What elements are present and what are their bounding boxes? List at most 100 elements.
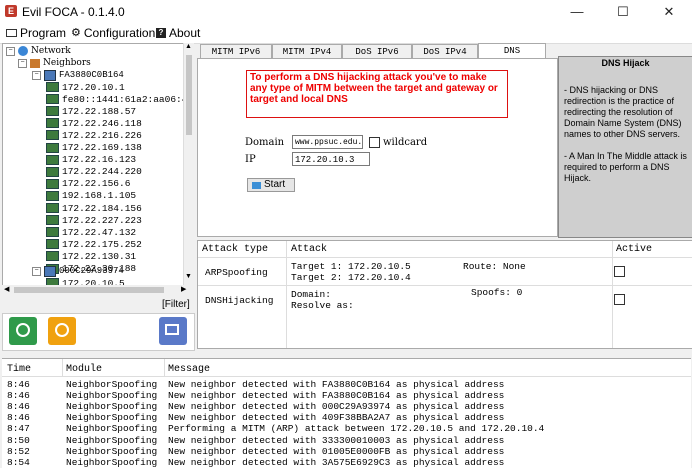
tree-ip-node[interactable]: 172.20.10.1 (46, 81, 125, 93)
log-module: NeighborSpoofing (66, 434, 158, 446)
tab-mitm-ipv6[interactable]: MITM IPv6 (200, 44, 272, 59)
menu-program[interactable]: Program (6, 26, 66, 40)
tree-ip-label: 172.22.156.6 (62, 178, 131, 190)
tree-host-node[interactable]: − FA3880C0B164 (32, 69, 124, 81)
header-underline (2, 376, 691, 377)
tree-host-node[interactable]: − 000C29A93974 (32, 265, 124, 277)
dns-hijacking-panel: To perform a DNS hijacking attack you've… (197, 58, 558, 237)
tab-dos-ipv4[interactable]: DoS IPv4 (412, 44, 478, 59)
log-row[interactable]: 8:54 NeighborSpoofing New neighbor detecte… (2, 457, 691, 468)
log-row[interactable]: 8:50 NeighborSpoofing New neighbor detecte… (2, 435, 691, 446)
tree-ip-label: 192.168.1.105 (62, 190, 137, 202)
close-button[interactable]: ✕ (646, 0, 692, 24)
collapse-icon[interactable]: − (18, 58, 27, 68)
log-row[interactable]: 8:46 NeighborSpoofing New neighbor detecte… (2, 379, 691, 390)
log-row[interactable]: 8:52 NeighborSpoofing New neighbor detecte… (2, 446, 691, 457)
scroll-up-icon[interactable]: ▲ (185, 43, 192, 50)
tree-ip-node[interactable]: 172.22.244.220 (46, 166, 142, 178)
ip-address-icon (46, 239, 59, 250)
tree-ip-node[interactable]: 172.22.175.252 (46, 238, 142, 250)
left-toolbar (2, 313, 195, 351)
computer-icon (44, 265, 56, 277)
tree-ip-node[interactable]: 172.22.47.132 (46, 226, 136, 238)
tree-scroll-thumb[interactable] (186, 55, 192, 135)
scroll-right-icon[interactable]: ▶ (181, 285, 186, 293)
domain-input[interactable]: www.ppsuc.edu.cn (292, 135, 363, 149)
tree-ip-node[interactable]: 172.22.246.118 (46, 117, 142, 129)
horizontal-scroll-thumb[interactable] (14, 287, 164, 293)
log-row[interactable]: 8:47 NeighborSpoofing Performing a MITM (A… (2, 423, 691, 434)
wildcard-checkbox[interactable] (369, 137, 380, 148)
tree-ip-node[interactable]: 172.22.184.156 (46, 202, 142, 214)
log-message: New neighbor detected with 333300010003 … (168, 434, 505, 446)
tree-ip-node[interactable]: 172.22.188.57 (46, 105, 136, 117)
header-divider (164, 359, 165, 377)
collapse-icon[interactable]: − (32, 70, 41, 80)
scroll-down-icon[interactable]: ▼ (185, 273, 192, 280)
tree-ip-node[interactable]: 172.22.216.226 (46, 129, 142, 141)
log-table[interactable]: Time Module Message 8:46 NeighborSpoofing… (2, 358, 691, 468)
collapse-icon[interactable]: − (32, 266, 41, 276)
info-panel: DNS Hijack - DNS hijacking or DNS redire… (558, 56, 692, 238)
tree-neighbors-node[interactable]: − Neighbors (18, 57, 91, 69)
filter-link[interactable]: [Filter] (162, 299, 190, 310)
attacks-table: Attack type Attack Active ARPSpoofing Tar… (197, 240, 692, 349)
tree-ip-node[interactable]: 172.22.156.6 (46, 178, 130, 190)
tree-ip-label: 172.22.244.220 (62, 166, 142, 178)
ip-address-icon (46, 215, 59, 226)
zoom-button[interactable] (48, 317, 76, 345)
menu-configuration-label: Configuration (83, 26, 156, 40)
active-checkbox[interactable] (614, 266, 625, 277)
menu-about[interactable]: ? About (156, 26, 200, 40)
log-module: NeighborSpoofing (66, 412, 158, 424)
house-icon (30, 58, 40, 68)
ip-address-icon (46, 130, 59, 141)
log-row[interactable]: 8:46 NeighborSpoofing New neighbor detecte… (2, 390, 691, 401)
log-row[interactable]: 8:46 NeighborSpoofing New neighbor detecte… (2, 401, 691, 412)
add-host-button[interactable] (159, 317, 187, 345)
tree-ip-node[interactable]: 172.22.227.223 (46, 214, 142, 226)
tree-ip-label: 172.22.175.252 (62, 238, 142, 250)
ip-input[interactable]: 172.20.10.3 (292, 152, 370, 166)
tree-ip-label: 172.22.246.118 (62, 117, 142, 129)
start-scan-button[interactable] (9, 317, 37, 345)
tree-ip-node[interactable]: 192.168.1.105 (46, 190, 136, 202)
tab-dos-ipv6[interactable]: DoS IPv6 (342, 44, 412, 59)
attack-header: Attack (291, 244, 328, 255)
active-checkbox[interactable] (614, 294, 625, 305)
ip-address-icon (46, 166, 59, 177)
log-module: NeighborSpoofing (66, 379, 158, 390)
attack-detail-line1: Target 1: 172.20.10.5 (291, 261, 411, 272)
log-message: Performing a MITM (ARP) attack between 1… (168, 423, 545, 435)
tree-ip-node[interactable]: 172.22.16.123 (46, 154, 136, 166)
tree-network-node[interactable]: − Network (6, 45, 71, 57)
maximize-button[interactable]: ☐ (600, 0, 646, 24)
tree-ip-node[interactable]: fe80::1441:61a2:aa06:4098 (46, 93, 184, 105)
tree-horizontal-scrollbar[interactable]: ◀ ▶ (2, 285, 193, 295)
network-tree[interactable]: − Network − Neighbors − FA3880C0B164 172… (2, 43, 185, 287)
tree-ip-label: 172.22.216.226 (62, 129, 142, 141)
log-time: 8:54 (7, 456, 30, 468)
header-divider (62, 359, 63, 377)
tab-mitm-ipv4[interactable]: MITM IPv4 (272, 44, 342, 59)
globe-icon (18, 46, 28, 56)
tree-scrollbar[interactable]: ▲ ▼ (183, 43, 194, 285)
ip-address-icon (46, 154, 59, 165)
info-requirement: - A Man In The Middle attack is required… (564, 151, 687, 183)
log-time: 8:52 (7, 445, 30, 457)
collapse-icon[interactable]: − (6, 46, 15, 56)
minimize-button[interactable]: — (554, 0, 600, 24)
play-icon (252, 181, 261, 189)
start-button[interactable]: Start (247, 178, 295, 192)
log-module: NeighborSpoofing (66, 390, 158, 402)
add-computer-icon (165, 324, 179, 335)
scroll-left-icon[interactable]: ◀ (4, 285, 9, 293)
ip-address-icon (46, 118, 59, 129)
tree-ip-node[interactable]: 172.22.130.31 (46, 250, 136, 262)
tree-ip-node[interactable]: 172.22.169.138 (46, 142, 142, 154)
log-row[interactable]: 8:46 NeighborSpoofing New neighbor detecte… (2, 412, 691, 423)
attack-type-header: Attack type (202, 244, 269, 255)
log-message: New neighbor detected with 000C29A93974 … (168, 401, 505, 413)
menu-configuration[interactable]: ⚙ Configuration (71, 26, 155, 40)
log-time: 8:50 (7, 434, 30, 446)
